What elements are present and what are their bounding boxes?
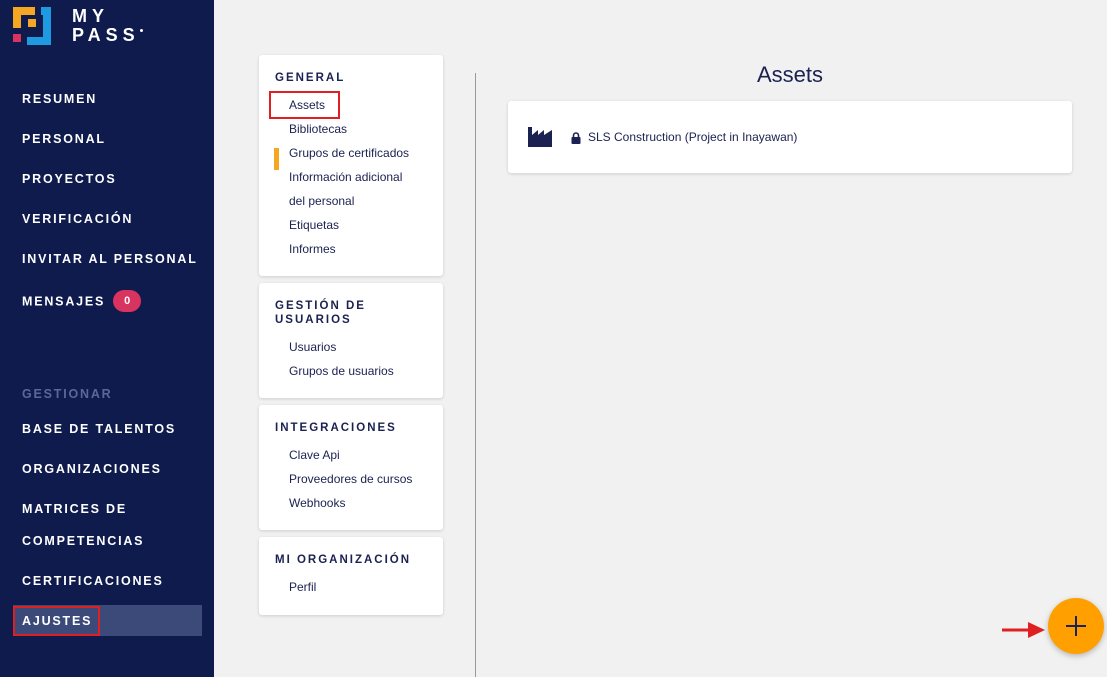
nav-item-matrices-line1: MATRICES DE <box>22 502 127 516</box>
settings-card-organization-title: MI ORGANIZACIÓN <box>275 554 412 566</box>
factory-icon <box>528 127 552 147</box>
settings-item-grupos-certificados[interactable]: Grupos de certificados <box>289 146 409 160</box>
settings-item-info-adicional-line2[interactable]: del personal <box>289 194 354 208</box>
settings-card-integrations-title: INTEGRACIONES <box>275 422 397 434</box>
assets-annotation-box <box>269 91 340 119</box>
settings-card-user-management-title: GESTIÓN DE USUARIOS <box>275 300 366 326</box>
ajustes-annotation-box <box>13 606 100 636</box>
nav-item-mensajes-label: MENSAJES <box>22 294 106 309</box>
annotation-arrow-icon <box>1002 622 1045 638</box>
settings-item-proveedores-cursos[interactable]: Proveedores de cursos <box>289 472 412 486</box>
nav-item-resumen[interactable]: RESUMEN <box>22 91 97 107</box>
messages-count-badge: 0 <box>113 290 142 312</box>
add-asset-button[interactable] <box>1048 598 1104 654</box>
nav-item-matrices-line2: COMPETENCIAS <box>22 534 145 548</box>
mypass-logo[interactable]: MY PASS <box>13 7 153 47</box>
settings-card-integrations: INTEGRACIONES Clave Api Proveedores de c… <box>259 405 443 530</box>
nav-item-personal[interactable]: PERSONAL <box>22 131 106 147</box>
nav-item-organizaciones[interactable]: ORGANIZACIONES <box>22 461 162 477</box>
nav-item-mensajes[interactable]: MENSAJES 0 <box>22 290 142 313</box>
settings-card-user-management: GESTIÓN DE USUARIOS Usuarios Grupos de u… <box>259 283 443 398</box>
active-item-indicator <box>274 148 279 170</box>
settings-item-perfil[interactable]: Perfil <box>289 580 316 594</box>
logo-wordmark: MY PASS <box>72 6 140 45</box>
nav-item-certificaciones[interactable]: CERTIFICACIONES <box>22 573 164 589</box>
logo-trademark-dot <box>140 29 143 32</box>
settings-item-grupos-usuarios[interactable]: Grupos de usuarios <box>289 364 394 378</box>
settings-card-general: GENERAL Assets Bibliotecas Grupos de cer… <box>259 55 443 276</box>
page-title: Assets <box>756 62 824 87</box>
nav-item-proyectos[interactable]: PROYECTOS <box>22 171 116 187</box>
settings-item-bibliotecas[interactable]: Bibliotecas <box>289 122 347 136</box>
settings-item-clave-api[interactable]: Clave Api <box>289 448 340 462</box>
asset-row[interactable]: SLS Construction (Project in Inayawan) <box>508 101 1072 173</box>
nav-item-matrices-competencias[interactable]: MATRICES DE COMPETENCIAS <box>22 501 144 549</box>
settings-item-webhooks[interactable]: Webhooks <box>289 496 345 510</box>
logo-mark-icon <box>13 7 51 45</box>
settings-card-organization: MI ORGANIZACIÓN Perfil <box>259 537 443 615</box>
settings-item-etiquetas[interactable]: Etiquetas <box>289 218 339 232</box>
vertical-divider <box>475 73 476 677</box>
lock-icon <box>571 132 581 144</box>
sidebar: MY PASS RESUMEN PERSONAL PROYECTOS VERIF… <box>0 0 214 677</box>
settings-item-info-adicional[interactable]: Información adicional <box>289 170 402 184</box>
settings-item-informes[interactable]: Informes <box>289 242 336 256</box>
nav-item-verificacion[interactable]: VERIFICACIÓN <box>22 211 133 227</box>
settings-card-general-title: GENERAL <box>275 72 346 84</box>
nav-item-invitar[interactable]: INVITAR AL PERSONAL <box>22 251 198 267</box>
settings-item-usuarios[interactable]: Usuarios <box>289 340 336 354</box>
plus-icon <box>1066 616 1086 636</box>
nav-section-gestionar: GESTIONAR <box>22 387 113 401</box>
asset-name: SLS Construction (Project in Inayawan) <box>588 130 798 144</box>
nav-item-base-talentos[interactable]: BASE DE TALENTOS <box>22 421 176 437</box>
